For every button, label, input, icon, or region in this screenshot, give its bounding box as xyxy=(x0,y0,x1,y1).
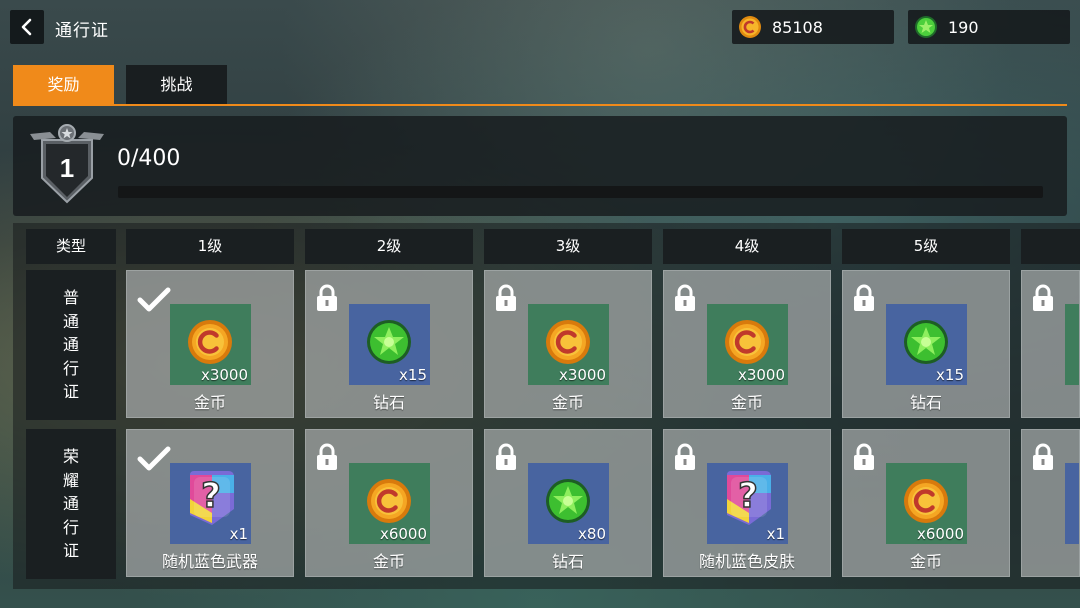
reward-cell[interactable]: x3000 金币 xyxy=(484,270,652,418)
tab-rewards[interactable]: 奖励 xyxy=(13,65,114,105)
level-header-2: 2级 xyxy=(305,229,473,264)
reward-cell[interactable]: ? x1 随机蓝色武器 xyxy=(126,429,294,577)
mystery-box-icon: ? xyxy=(719,469,775,531)
row-header-char: 通 xyxy=(62,311,79,331)
reward-cell[interactable]: x6000 金币 xyxy=(842,429,1010,577)
row-header-label: 荣耀通行证 xyxy=(26,445,116,563)
gold-coin-icon xyxy=(902,477,950,529)
level-header-1: 1级 xyxy=(126,229,294,264)
reward-cell[interactable]: x3000 金币 xyxy=(126,270,294,418)
gold-coin-icon xyxy=(544,318,592,370)
xp-progress-bar xyxy=(118,186,1043,198)
lock-icon xyxy=(674,284,696,316)
back-button[interactable] xyxy=(10,10,44,44)
level-header-3: 3级 xyxy=(484,229,652,264)
lock-icon xyxy=(674,443,696,475)
row-header-char: 证 xyxy=(62,382,79,402)
level-header-4: 4级 xyxy=(663,229,831,264)
gold-coin-balance: 85108 xyxy=(732,10,894,44)
gold-coin-value: 85108 xyxy=(772,18,823,37)
reward-cell[interactable]: x6000 金币 xyxy=(305,429,473,577)
reward-name: 金币 xyxy=(909,552,942,571)
row-header-char: 耀 xyxy=(62,470,79,490)
reward-quantity: x6000 xyxy=(916,525,964,543)
row-header-char: 行 xyxy=(62,517,79,537)
reward-cell[interactable] xyxy=(1021,270,1080,418)
reward-item-tile xyxy=(1065,304,1079,385)
reward-name: 钻石 xyxy=(909,393,942,412)
reward-quantity: x1 xyxy=(766,525,785,543)
lock-icon xyxy=(1032,443,1054,475)
reward-item-tile xyxy=(1065,463,1079,544)
reward-quantity: x6000 xyxy=(379,525,427,543)
gem-value: 190 xyxy=(948,18,979,37)
level-header-6-partial xyxy=(1021,229,1080,264)
reward-name: 钻石 xyxy=(372,393,405,412)
reward-quantity: x1 xyxy=(229,525,248,543)
rank-badge-icon: 1 xyxy=(30,124,104,204)
lock-icon xyxy=(1032,284,1054,316)
gold-coin-icon xyxy=(723,318,771,370)
lock-icon xyxy=(853,284,875,316)
reward-quantity: x15 xyxy=(936,366,964,384)
row-header-char: 证 xyxy=(62,541,79,561)
xp-progress-text: 0/400 xyxy=(117,146,181,171)
reward-cell[interactable]: x80 钻石 xyxy=(484,429,652,577)
type-column-header: 类型 xyxy=(26,229,116,264)
lock-icon xyxy=(316,284,338,316)
reward-cell[interactable]: x3000 金币 xyxy=(663,270,831,418)
svg-text:?: ? xyxy=(738,476,758,516)
row-header-char: 普 xyxy=(62,288,79,307)
checkmark-icon xyxy=(137,287,171,317)
green-gem-icon xyxy=(915,16,937,38)
reward-name: 随机蓝色皮肤 xyxy=(698,552,795,571)
row-header-char: 荣 xyxy=(62,447,79,466)
checkmark-icon xyxy=(137,446,171,476)
lock-icon xyxy=(853,443,875,475)
chevron-left-icon xyxy=(21,18,32,36)
reward-quantity: x3000 xyxy=(558,366,606,384)
row-header-label: 普通通行证 xyxy=(26,286,116,404)
row-header-char: 通 xyxy=(62,335,79,355)
lock-icon xyxy=(316,443,338,475)
row-header-honor-pass: 荣耀通行证 xyxy=(26,429,116,579)
reward-quantity: x15 xyxy=(399,366,427,384)
tab-challenges[interactable]: 挑战 xyxy=(126,65,227,105)
svg-text:?: ? xyxy=(201,476,221,516)
reward-cell[interactable]: ? x1 随机蓝色皮肤 xyxy=(663,429,831,577)
lock-icon xyxy=(495,443,517,475)
reward-quantity: x3000 xyxy=(200,366,248,384)
row-header-char: 通 xyxy=(62,494,79,514)
rank-level-number: 1 xyxy=(60,153,74,183)
green-gem-icon xyxy=(365,318,413,370)
gold-coin-icon xyxy=(365,477,413,529)
tab-underline xyxy=(13,104,1067,106)
lock-icon xyxy=(495,284,517,316)
reward-name: 金币 xyxy=(730,393,763,412)
reward-name: 钻石 xyxy=(551,552,584,571)
reward-quantity: x80 xyxy=(578,525,606,543)
green-gem-icon xyxy=(544,477,592,529)
reward-cell[interactable] xyxy=(1021,429,1080,577)
mystery-box-icon: ? xyxy=(182,469,238,531)
reward-cell[interactable]: x15 钻石 xyxy=(305,270,473,418)
reward-cell[interactable]: x15 钻石 xyxy=(842,270,1010,418)
reward-name: 金币 xyxy=(193,393,226,412)
reward-name: 随机蓝色武器 xyxy=(161,552,258,571)
row-header-char: 行 xyxy=(62,358,79,378)
gem-balance: 190 xyxy=(908,10,1070,44)
page-title: 通行证 xyxy=(55,21,109,41)
green-gem-icon xyxy=(902,318,950,370)
reward-name: 金币 xyxy=(551,393,584,412)
row-header-normal-pass: 普通通行证 xyxy=(26,270,116,420)
reward-quantity: x3000 xyxy=(737,366,785,384)
level-header-5: 5级 xyxy=(842,229,1010,264)
reward-name: 金币 xyxy=(372,552,405,571)
gold-coin-icon xyxy=(739,16,761,38)
gold-coin-icon xyxy=(186,318,234,370)
